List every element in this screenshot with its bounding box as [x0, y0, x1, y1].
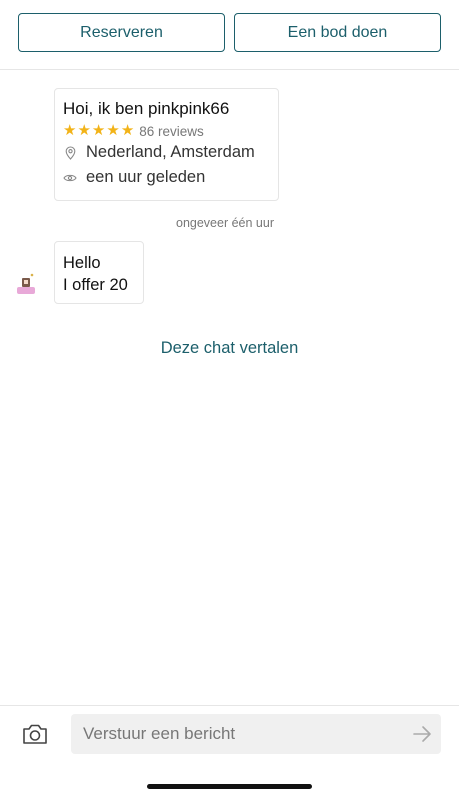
star-icon: ★	[77, 122, 91, 139]
timestamp-text: ongeveer één uur	[176, 216, 274, 230]
make-offer-button[interactable]: Een bod doen	[234, 13, 441, 52]
translate-chat-link[interactable]: Deze chat vertalen	[0, 339, 459, 358]
home-indicator	[147, 784, 312, 789]
star-rating: ★ ★ ★ ★ ★	[63, 123, 134, 139]
incoming-message-bubble[interactable]: Hello I offer 20	[54, 241, 144, 304]
eye-icon	[63, 170, 77, 186]
top-action-bar: Reserveren Een bod doen	[0, 0, 459, 70]
message-line: I offer 20	[63, 276, 128, 294]
star-icon: ★	[91, 122, 106, 139]
message-line: Hello	[63, 254, 101, 272]
star-icon: ★	[106, 122, 120, 139]
send-arrow-icon[interactable]	[411, 724, 433, 744]
last-seen-text: een uur geleden	[86, 168, 206, 186]
message-input[interactable]	[71, 714, 401, 754]
location-row: Nederland, Amsterdam	[63, 140, 270, 165]
profile-greeting: Hoi, ik ben pinkpink66	[63, 99, 230, 118]
reserve-button[interactable]: Reserveren	[18, 13, 225, 52]
chat-screen: Reserveren Een bod doen Hoi, ik ben pink…	[0, 0, 459, 800]
seller-profile-card[interactable]: Hoi, ik ben pinkpink66 ★ ★ ★ ★ ★ 86 revi…	[54, 88, 279, 201]
review-count: 86 reviews	[139, 123, 204, 139]
last-seen-row: een uur geleden	[63, 165, 270, 190]
location-pin-icon	[63, 145, 77, 161]
location-text: Nederland, Amsterdam	[86, 143, 255, 161]
avatar[interactable]	[12, 270, 40, 298]
message-composer	[0, 705, 459, 765]
star-icon: ★	[63, 122, 77, 139]
rating-row: ★ ★ ★ ★ ★ 86 reviews	[63, 122, 270, 140]
camera-icon[interactable]	[21, 722, 49, 746]
star-icon: ★	[120, 122, 135, 139]
message-input-container	[71, 714, 441, 754]
